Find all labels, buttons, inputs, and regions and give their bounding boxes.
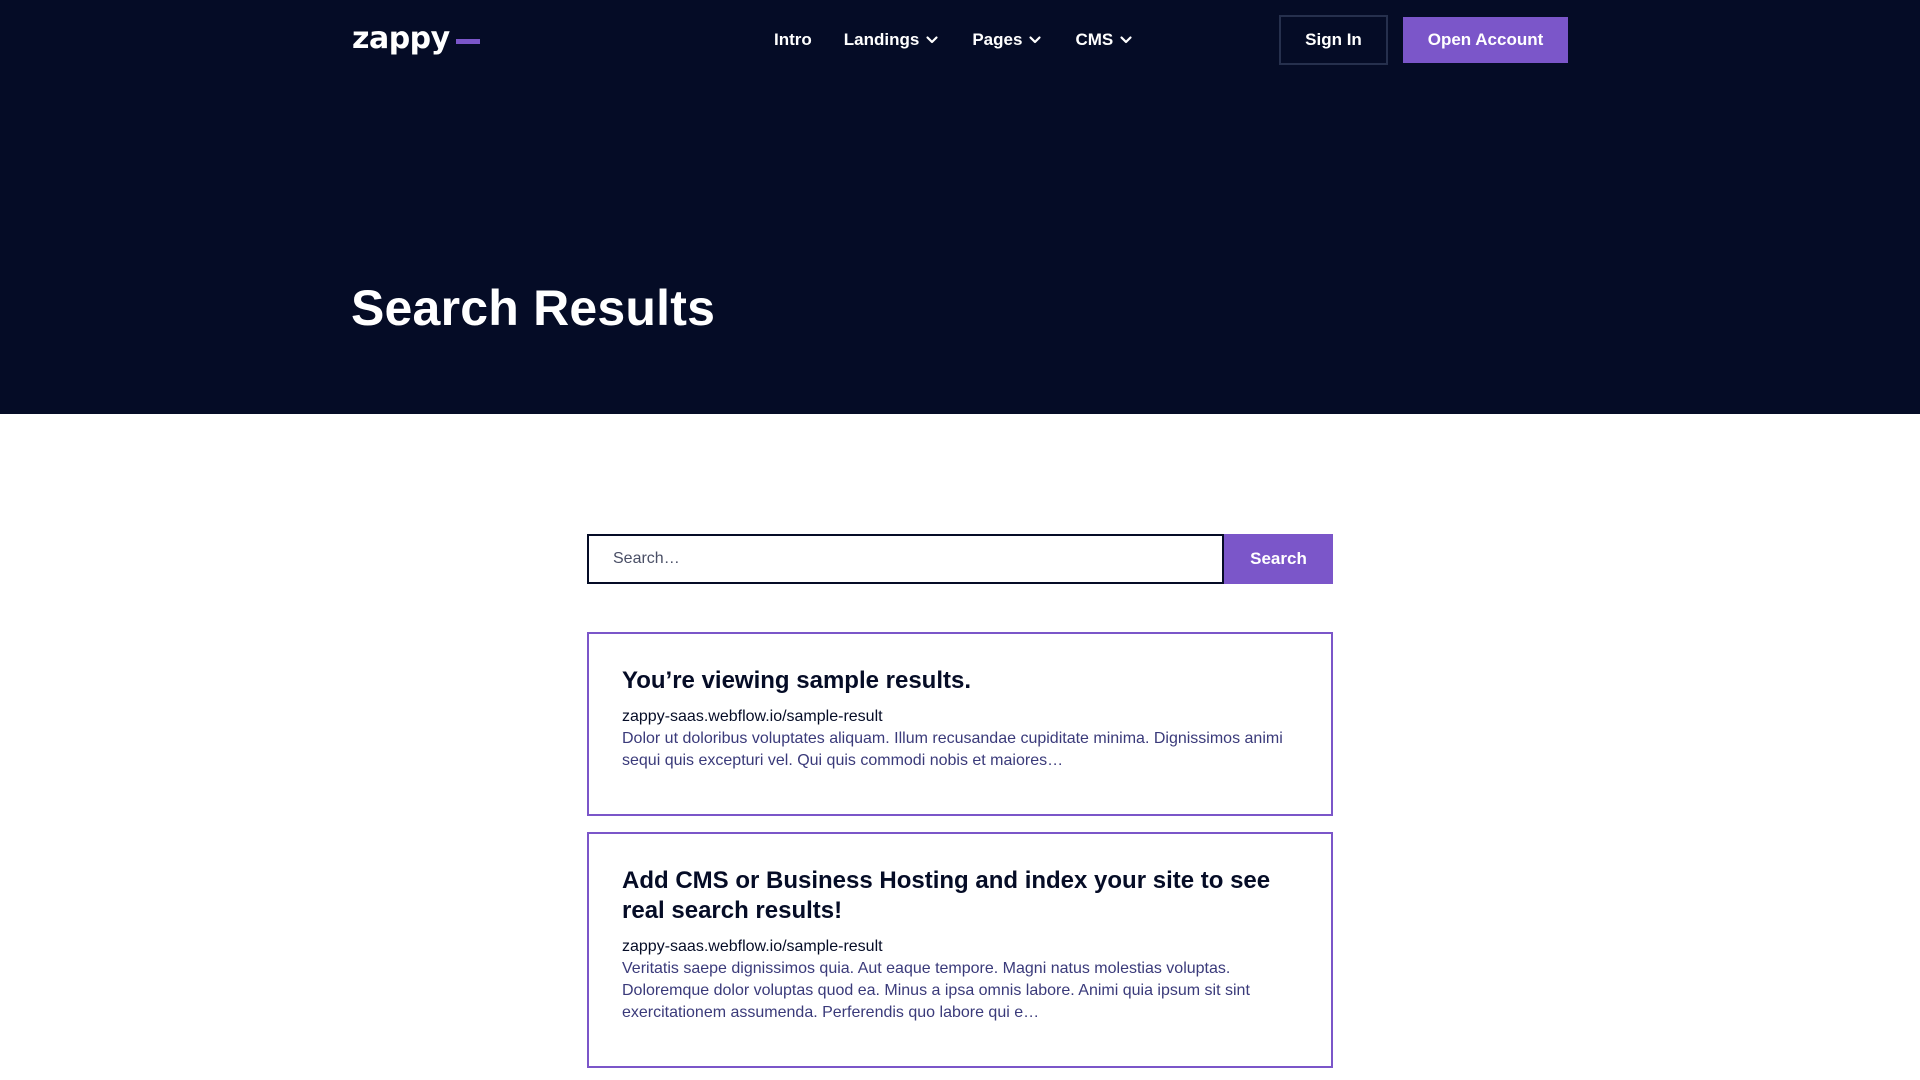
result-snippet: Dolor ut doloribus voluptates aliquam. I… xyxy=(622,730,1283,769)
search-form: Search xyxy=(587,534,1333,584)
open-account-button[interactable]: Open Account xyxy=(1403,17,1568,63)
navbar: zappy Intro Landings Pages CMS Sign In O… xyxy=(0,0,1920,80)
result-url: zappy-saas.webflow.io/sample-result xyxy=(622,938,883,955)
result-url: zappy-saas.webflow.io/sample-result xyxy=(622,708,883,725)
result-title-link[interactable]: Add CMS or Business Hosting and index yo… xyxy=(622,866,1299,926)
nav-item-landings[interactable]: Landings xyxy=(844,30,941,50)
nav-item-label: CMS xyxy=(1075,30,1114,49)
main-nav: Intro Landings Pages CMS xyxy=(774,28,1134,52)
search-result-card: Add CMS or Business Hosting and index yo… xyxy=(587,832,1333,1068)
chevron-down-icon xyxy=(926,36,938,44)
page-title: Search Results xyxy=(351,280,716,336)
brand-accent-dash xyxy=(455,38,480,44)
nav-item-intro[interactable]: Intro xyxy=(774,30,812,50)
nav-item-cms[interactable]: CMS xyxy=(1075,30,1134,50)
brand-wordmark: zappy xyxy=(352,21,450,56)
sign-in-button[interactable]: Sign In xyxy=(1279,15,1388,65)
nav-item-label: Intro xyxy=(774,30,812,49)
search-input[interactable] xyxy=(587,534,1224,584)
hero-section: zappy Intro Landings Pages CMS Sign In O… xyxy=(0,0,1920,414)
nav-item-label: Landings xyxy=(843,30,920,49)
brand-logo[interactable]: zappy xyxy=(352,22,480,56)
nav-item-label: Pages xyxy=(972,30,1023,49)
search-result-card: You’re viewing sample results. zappy-saa… xyxy=(587,632,1333,816)
chevron-down-icon xyxy=(1120,36,1132,44)
nav-item-pages[interactable]: Pages xyxy=(972,30,1043,50)
result-title-link[interactable]: You’re viewing sample results. xyxy=(622,666,1299,696)
result-snippet: Veritatis saepe dignissimos quia. Aut ea… xyxy=(622,960,1250,1021)
search-button[interactable]: Search xyxy=(1224,534,1333,584)
chevron-down-icon xyxy=(1029,36,1042,44)
